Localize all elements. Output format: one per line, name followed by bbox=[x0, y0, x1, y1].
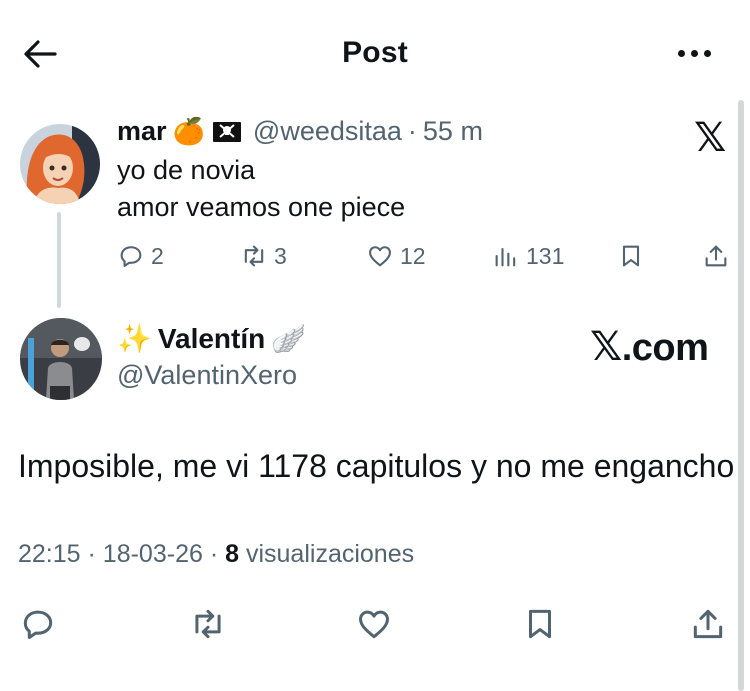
pirate-flag-icon bbox=[211, 120, 243, 144]
thread-line bbox=[57, 212, 61, 308]
avatar-anime-girl-image bbox=[20, 124, 100, 204]
x-com-watermark: 𝕏.com bbox=[590, 324, 709, 370]
x-logo-icon: 𝕏 bbox=[694, 115, 727, 161]
views-count: 131 bbox=[526, 242, 565, 269]
tweet-text-line: yo de novia bbox=[117, 155, 256, 185]
x-logo-icon: 𝕏 bbox=[590, 324, 622, 370]
like-button[interactable] bbox=[352, 602, 396, 646]
orange-emoji: 🍊 bbox=[172, 116, 205, 146]
views-label: visualizaciones bbox=[245, 540, 415, 568]
reply-button[interactable] bbox=[16, 602, 60, 646]
like-button[interactable]: 12 bbox=[366, 242, 426, 270]
watermark-text: .com bbox=[621, 327, 709, 369]
quoted-tweet-header: mar 🍊 @weedsitaa · 55 m bbox=[117, 116, 483, 147]
reply-icon bbox=[23, 610, 53, 639]
tweet-meta: 22:15 · 18-03-26 · 8 visualizaciones bbox=[18, 540, 414, 569]
share-icon bbox=[705, 245, 727, 267]
repost-count: 3 bbox=[274, 242, 287, 269]
bookmark-icon bbox=[528, 609, 552, 639]
separator: · bbox=[407, 116, 417, 146]
heart-icon bbox=[359, 610, 389, 639]
share-button[interactable] bbox=[686, 602, 730, 646]
timestamp[interactable]: 55 m bbox=[423, 116, 483, 147]
more-dot bbox=[677, 49, 685, 57]
bookmark-button[interactable] bbox=[617, 242, 645, 270]
reply-count: 2 bbox=[151, 242, 164, 269]
avatar[interactable] bbox=[20, 318, 102, 400]
more-dot bbox=[703, 49, 711, 57]
separator: · bbox=[209, 540, 219, 568]
author-handle[interactable]: @ValentinXero bbox=[117, 360, 297, 391]
sparkles-emoji: ✨ bbox=[117, 323, 152, 354]
like-count: 12 bbox=[400, 242, 426, 269]
views-button[interactable]: 131 bbox=[492, 242, 564, 270]
author-name[interactable]: Valentín bbox=[158, 323, 265, 355]
share-icon bbox=[693, 609, 723, 639]
page-title: Post bbox=[342, 36, 408, 69]
repost-icon bbox=[244, 245, 264, 267]
repost-button[interactable] bbox=[186, 602, 230, 646]
avatar-person-photo bbox=[20, 318, 102, 400]
main-tweet-header: ✨ Valentín 🪽 bbox=[117, 322, 306, 355]
heart-icon bbox=[369, 246, 391, 267]
repost-button[interactable]: 3 bbox=[240, 242, 287, 270]
share-button[interactable] bbox=[702, 242, 730, 270]
separator: · bbox=[87, 540, 96, 568]
author-name[interactable]: mar bbox=[117, 116, 167, 147]
bookmark-button[interactable] bbox=[518, 602, 562, 646]
reply-button[interactable]: 2 bbox=[117, 242, 164, 270]
views-count: 8 bbox=[225, 540, 240, 568]
repost-icon bbox=[195, 609, 221, 639]
tweet-text: Imposible, me vi 1178 capitulos y no me … bbox=[18, 448, 735, 484]
wing-emoji: 🪽 bbox=[271, 323, 307, 354]
more-dot bbox=[690, 49, 698, 57]
analytics-icon bbox=[495, 247, 516, 267]
tweet-text-line: amor veamos one piece bbox=[117, 192, 406, 222]
reply-icon bbox=[120, 246, 142, 267]
avatar[interactable] bbox=[20, 124, 100, 204]
tweet-date[interactable]: 18-03-26 bbox=[103, 540, 203, 568]
scrollbar[interactable] bbox=[738, 100, 744, 691]
more-options-button[interactable] bbox=[672, 38, 716, 68]
tweet-time[interactable]: 22:15 bbox=[18, 540, 81, 568]
author-handle[interactable]: @weedsitaa bbox=[253, 116, 402, 147]
bookmark-icon bbox=[622, 245, 640, 267]
